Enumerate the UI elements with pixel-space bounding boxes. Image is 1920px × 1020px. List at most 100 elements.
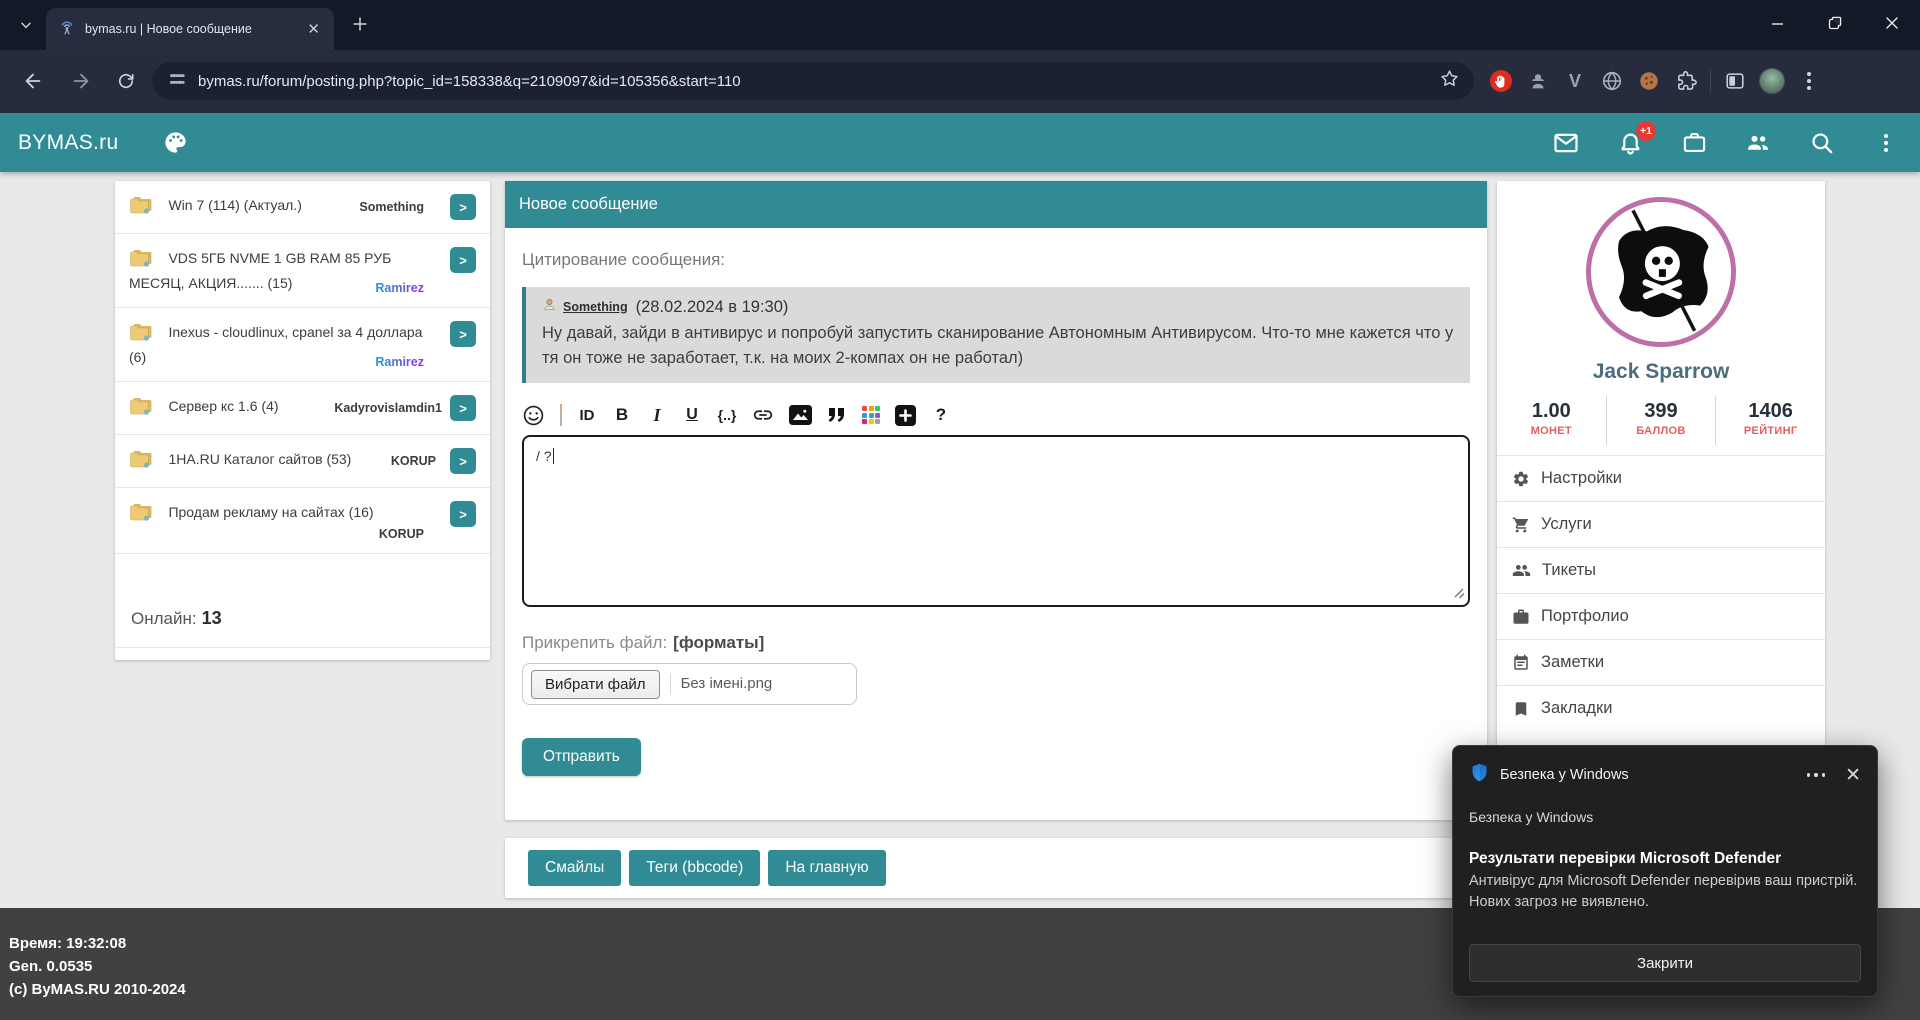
topic-go-button[interactable]: > (450, 395, 476, 421)
resize-handle-icon[interactable] (1453, 586, 1465, 602)
close-icon[interactable] (1863, 0, 1920, 46)
bbcode-tags-button[interactable]: Теги (bbcode) (629, 850, 760, 886)
home-button[interactable]: На главную (768, 850, 885, 886)
tab-search-chevron-icon[interactable] (12, 11, 40, 39)
file-input[interactable]: Вибрати файл Без імені.png (522, 663, 857, 705)
more-icon[interactable] (1807, 773, 1826, 777)
topic-go-button[interactable]: > (450, 247, 476, 273)
restore-icon[interactable] (1806, 0, 1863, 46)
v-extension-icon[interactable]: V (1562, 68, 1588, 94)
menu-label: Настройки (1541, 469, 1622, 488)
menu-item-services[interactable]: Услуги (1497, 501, 1825, 547)
topic-row[interactable]: 1HA.RU Каталог сайтов (53) KORUP > (115, 435, 490, 488)
topic-row[interactable]: Inexus - cloudlinux, cpanel за 4 доллара… (115, 308, 490, 382)
browser-menu-kebab-icon[interactable] (1796, 68, 1822, 94)
palette-icon[interactable] (162, 129, 189, 156)
user-icon (542, 297, 557, 317)
quote-date: (28.02.2024 в 19:30) (636, 298, 789, 317)
mail-icon[interactable] (1552, 129, 1580, 157)
topic-go-button[interactable]: > (450, 321, 476, 347)
submit-button[interactable]: Отправить (522, 738, 641, 776)
side-panel-icon[interactable] (1722, 68, 1748, 94)
extensions-puzzle-icon[interactable] (1673, 68, 1699, 94)
menu-item-settings[interactable]: Настройки (1497, 455, 1825, 501)
cookie-extension-icon[interactable] (1636, 68, 1662, 94)
stat-value: 399 (1607, 400, 1716, 423)
forward-icon[interactable] (68, 68, 94, 94)
menu-item-bookmarks[interactable]: Закладки (1497, 685, 1825, 731)
topic-title[interactable]: VDS 5ГБ NVME 1 GB RAM 85 РУБ МЕСЯЦ, АКЦИ… (129, 250, 391, 291)
quote-icon[interactable] (827, 403, 847, 427)
profile-avatar[interactable] (1759, 68, 1785, 94)
minimize-icon[interactable] (1749, 0, 1806, 46)
topic-author: Ramirez (375, 355, 424, 369)
link-icon[interactable] (752, 403, 774, 427)
profile-stats: 1.00 МОНЕТ 399 БАЛЛОВ 1406 РЕЙТИНГ (1497, 396, 1825, 445)
topic-title[interactable]: Win 7 (114) (Актуал.) (168, 197, 301, 213)
menu-item-portfolio[interactable]: Портфолио (1497, 593, 1825, 639)
emoji-grid-icon[interactable] (862, 406, 880, 424)
url-text[interactable]: bymas.ru/forum/posting.php?topic_id=1583… (198, 73, 741, 90)
site-settings-icon[interactable] (168, 70, 186, 93)
stat-coins: 1.00 МОНЕТ (1497, 396, 1606, 445)
smiley-icon[interactable] (522, 403, 545, 427)
bold-button[interactable]: B (612, 403, 632, 427)
menu-item-tickets[interactable]: Тикеты (1497, 547, 1825, 593)
people-icon[interactable] (1744, 129, 1772, 157)
stat-label: БАЛЛОВ (1607, 425, 1716, 437)
underline-button[interactable]: U (682, 403, 702, 427)
site-brand[interactable]: BYMAS.ru (18, 131, 118, 155)
topic-title[interactable]: Сервер кс 1.6 (4) (168, 398, 278, 414)
choose-file-button[interactable]: Вибрати файл (531, 670, 660, 699)
image-icon[interactable] (789, 403, 812, 427)
quote-text: Ну давай, зайди в антивирус и попробуй з… (542, 321, 1454, 371)
quote-author-link[interactable]: Something (563, 300, 628, 314)
topic-row[interactable]: Win 7 (114) (Актуал.) Something > (115, 181, 490, 234)
folder-icon (129, 448, 154, 474)
folder-icon (129, 194, 154, 220)
menu-label: Заметки (1541, 653, 1604, 672)
id-button[interactable]: ID (577, 403, 597, 427)
briefcase-icon[interactable] (1680, 129, 1708, 157)
toolbar-divider (560, 404, 562, 426)
bell-icon[interactable]: +1 (1616, 129, 1644, 157)
menu-label: Закладки (1541, 699, 1612, 718)
topic-author: Something (359, 200, 424, 214)
topic-title[interactable]: 1HA.RU Каталог сайтов (53) (168, 451, 351, 467)
site-menu-kebab-icon[interactable] (1872, 129, 1900, 157)
window-controls (1749, 0, 1920, 46)
topic-author: KORUP (391, 454, 436, 468)
toast-close-icon[interactable]: ✕ (1845, 766, 1861, 785)
topic-row[interactable]: Продам рекламу на сайтах (16) KORUP > (115, 488, 490, 554)
browser-tab[interactable]: bymas.ru | Новое сообщение ✕ (46, 8, 334, 50)
address-bar[interactable]: bymas.ru/forum/posting.php?topic_id=1583… (152, 62, 1474, 100)
topic-row[interactable]: VDS 5ГБ NVME 1 GB RAM 85 РУБ МЕСЯЦ, АКЦИ… (115, 234, 490, 308)
menu-item-notes[interactable]: Заметки (1497, 639, 1825, 685)
topic-title[interactable]: Продам рекламу на сайтах (16) (168, 504, 373, 520)
message-textarea[interactable]: / ? (522, 435, 1470, 607)
code-button[interactable]: {..} (717, 403, 737, 427)
back-icon[interactable] (20, 68, 46, 94)
attach-formats-link[interactable]: [форматы] (673, 633, 764, 652)
notification-badge: +1 (1636, 121, 1656, 141)
tab-close-icon[interactable]: ✕ (303, 20, 324, 39)
topic-go-button[interactable]: > (450, 501, 476, 527)
topic-go-button[interactable]: > (450, 448, 476, 474)
smilies-button[interactable]: Смайлы (528, 850, 621, 886)
profile-name[interactable]: Jack Sparrow (1497, 360, 1825, 384)
agent-switcher-icon[interactable] (1525, 68, 1551, 94)
italic-button[interactable]: I (647, 403, 667, 427)
search-icon[interactable] (1808, 129, 1836, 157)
topic-go-button[interactable]: > (450, 194, 476, 220)
reload-icon[interactable] (113, 68, 139, 94)
folder-icon (129, 247, 154, 273)
add-icon[interactable] (895, 403, 916, 427)
topic-row[interactable]: Сервер кс 1.6 (4) Kadyrovislamdin1 > (115, 382, 490, 435)
globe-extension-icon[interactable] (1599, 68, 1625, 94)
bookmark-star-icon[interactable] (1439, 68, 1460, 94)
toast-close-button[interactable]: Закрити (1469, 944, 1861, 982)
avatar[interactable] (1586, 197, 1736, 347)
adblock-hand-icon[interactable] (1488, 68, 1514, 94)
help-button[interactable]: ? (931, 403, 951, 427)
new-tab-button[interactable] (350, 14, 370, 39)
